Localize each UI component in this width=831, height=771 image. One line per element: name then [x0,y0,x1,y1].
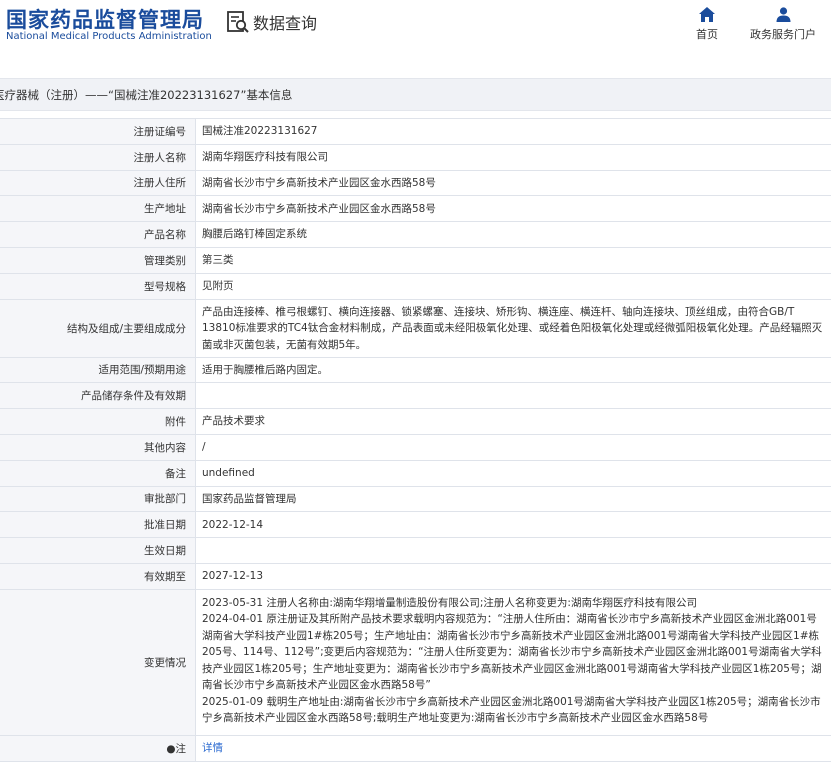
table-row: 注册人住所 湖南省长沙市宁乡高新技术产业园区金水西路58号 [0,170,831,197]
row-value-text: undefined [202,466,255,479]
row-value-text: 适用于胸腰椎后路内固定。 [202,363,328,376]
row-label: ●注 [0,735,196,761]
row-value: 详情 [196,736,831,761]
row-value: 湖南华翔医疗科技有限公司 [196,145,831,170]
row-value: 适用于胸腰椎后路内固定。 [196,358,831,383]
table-row: 适用范围/预期用途 适用于胸腰椎后路内固定。 [0,357,831,384]
table-row-changes: 变更情况 2023-05-31 注册人名称由:湖南华翔增量制造股份有限公司;注册… [0,589,831,736]
row-label: 生效日期 [0,538,196,563]
home-icon [699,7,715,22]
details-link[interactable]: 详情 [202,740,223,757]
table-row: 产品名称 胸腰后路钉棒固定系统 [0,222,831,248]
nav-gov-portal-label: 政务服务门户 [750,28,816,41]
site-header: 国家药品监督管理局 National Medical Products Admi… [0,0,831,62]
row-value: undefined [196,461,831,486]
row-value: 国械注准20223131627 [196,119,831,144]
user-icon [776,7,790,22]
record-title-bar: 医疗器械（注册）——“国械注准20223131627”基本信息 [0,78,831,111]
row-value-text: 产品技术要求 [202,415,265,428]
row-value: 产品由连接棒、椎弓根螺钉、横向连接器、锁紧螺塞、连接块、矫形钩、横连座、横连杆、… [196,300,831,357]
row-label: 适用范围/预期用途 [0,357,196,383]
row-value-text: 2022-12-14 [202,518,264,531]
row-value [196,383,831,408]
detail-table: 注册证编号 国械注准20223131627 注册人名称 湖南华翔医疗科技有限公司 注… [0,118,831,762]
row-label: 型号规格 [0,273,196,299]
logo-title[interactable]: 国家药品监督管理局 [6,4,204,34]
table-row: 有效期至 2027-12-13 [0,563,831,590]
row-value: 胸腰后路钉棒固定系统 [196,222,831,247]
table-row: 生产地址 湖南省长沙市宁乡高新技术产业园区金水西路58号 [0,196,831,223]
nav-home-label: 首页 [696,28,718,41]
row-value-text: 国械注准20223131627 [202,125,318,138]
row-value-text: 胸腰后路钉棒固定系统 [202,228,307,241]
row-value-text: 湖南省长沙市宁乡高新技术产业园区金水西路58号 [202,176,436,189]
row-label: 变更情况 [0,589,196,735]
change-entry: 2023-05-31 注册人名称由:湖南华翔增量制造股份有限公司;注册人名称变更… [202,596,697,609]
table-row: 附件 产品技术要求 [0,409,831,435]
row-value-text: 见附页 [202,279,234,292]
record-title: 医疗器械（注册）——“国械注准20223131627”基本信息 [0,88,293,102]
table-row: 备注 undefined [0,460,831,487]
row-value: 见附页 [196,274,831,299]
row-label: 其他内容 [0,434,196,460]
row-label: 生产地址 [0,196,196,222]
row-value-text: 产品由连接棒、椎弓根螺钉、横向连接器、锁紧螺塞、连接块、矫形钩、横连座、横连杆、… [202,305,823,351]
table-row: 注册证编号 国械注准20223131627 [0,119,831,145]
table-row: 批准日期 2022-12-14 [0,512,831,539]
table-row: 结构及组成/主要组成成分 产品由连接棒、椎弓根螺钉、横向连接器、锁紧螺塞、连接块、… [0,299,831,358]
row-value: 湖南省长沙市宁乡高新技术产业园区金水西路58号 [196,196,831,221]
table-row: 管理类别 第三类 [0,247,831,274]
row-value-text: 第三类 [202,254,234,267]
data-query-heading: 数据查询 [226,10,317,34]
nav-gov-portal[interactable]: 政务服务门户 [748,7,818,42]
table-row-note: ●注 详情 [0,735,831,762]
data-query-icon [226,10,250,34]
row-label: 产品名称 [0,222,196,247]
row-label: 结构及组成/主要组成成分 [0,299,196,357]
row-value-text: 国家药品监督管理局 [202,492,297,505]
row-label: 管理类别 [0,247,196,273]
row-value-text: 2027-12-13 [202,570,264,583]
row-value-text: 湖南华翔医疗科技有限公司 [202,150,328,163]
data-query-label: 数据查询 [253,14,318,33]
row-value: 2027-12-13 [196,564,831,589]
row-label: 产品储存条件及有效期 [0,383,196,409]
row-value: 湖南省长沙市宁乡高新技术产业园区金水西路58号 [196,171,831,196]
table-row: 其他内容 / [0,434,831,461]
row-label: 有效期至 [0,563,196,589]
row-value: 国家药品监督管理局 [196,487,831,512]
table-row: 型号规格 见附页 [0,273,831,300]
table-row: 注册人名称 湖南华翔医疗科技有限公司 [0,144,831,171]
row-value [196,538,831,563]
row-value: 产品技术要求 [196,409,831,434]
logo-subtitle: National Medical Products Administration [6,31,212,42]
row-label: 审批部门 [0,486,196,512]
row-label: 备注 [0,460,196,486]
change-entry: 2025-01-09 载明生产地址由:湖南省长沙市宁乡高新技术产业园区金洲北路0… [202,695,821,725]
table-row: 生效日期 [0,538,831,564]
row-value-text: 湖南省长沙市宁乡高新技术产业园区金水西路58号 [202,202,436,215]
row-label: 批准日期 [0,512,196,538]
table-row: 产品储存条件及有效期 [0,383,831,410]
row-value-text: / [202,441,206,454]
row-label: 注册证编号 [0,119,196,144]
table-row: 审批部门 国家药品监督管理局 [0,486,831,513]
row-value: / [196,435,831,460]
change-entry: 2024-04-01 原注册证及其所附产品技术要求载明内容规范为：“注册人住所由… [202,613,822,692]
changes-value: 2023-05-31 注册人名称由:湖南华翔增量制造股份有限公司;注册人名称变更… [196,590,831,735]
nav-home[interactable]: 首页 [690,7,724,42]
row-label: 注册人名称 [0,144,196,170]
row-value: 2022-12-14 [196,512,831,537]
row-label: 注册人住所 [0,170,196,196]
row-value: 第三类 [196,248,831,273]
row-label: 附件 [0,409,196,434]
